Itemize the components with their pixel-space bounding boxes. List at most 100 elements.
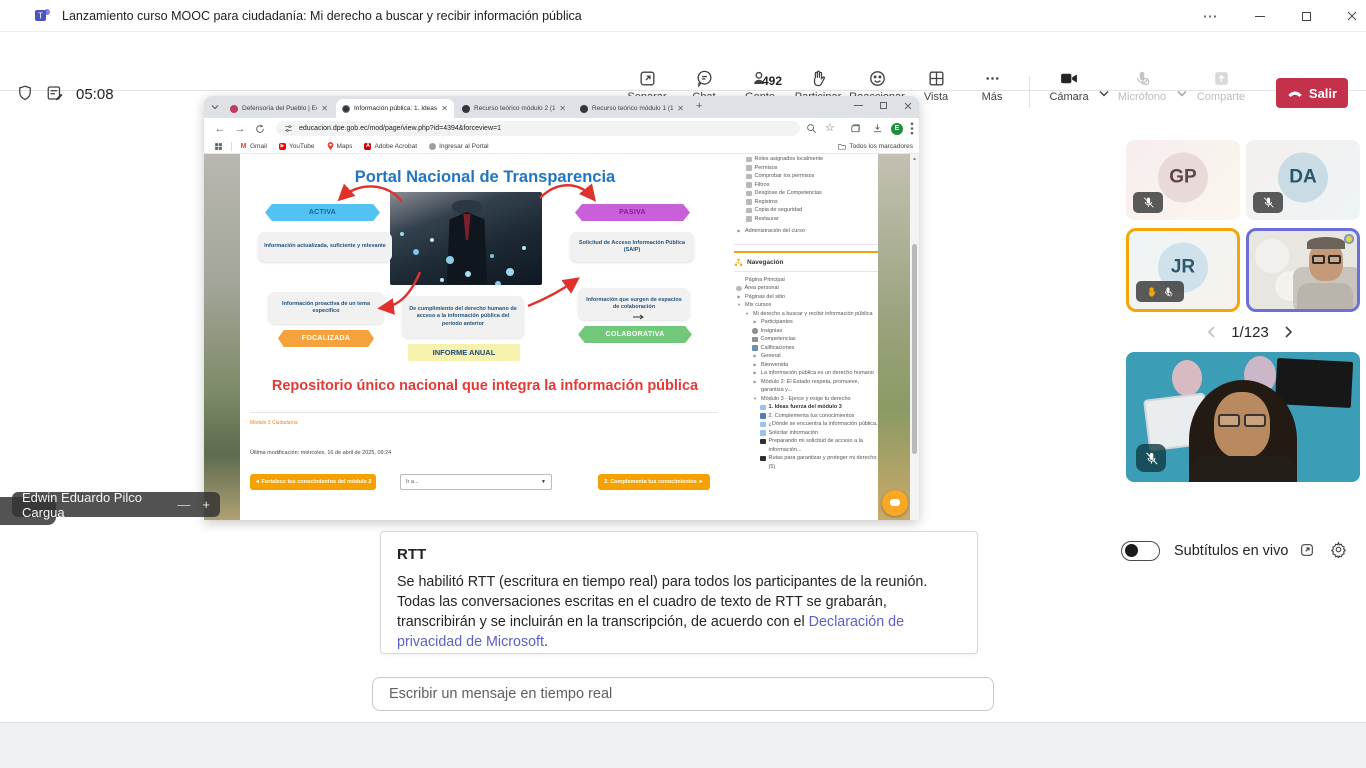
- admin-item[interactable]: Restaurar: [734, 215, 878, 224]
- bookmark-acrobat[interactable]: AAdobe Acrobat: [364, 143, 417, 150]
- mic-muted-icon: [1162, 286, 1174, 298]
- bookmark-youtube[interactable]: ▶YouTube: [279, 143, 315, 150]
- next-activity-button[interactable]: 2. Complementa tus conocimientos ►: [598, 474, 710, 490]
- spotlight-video-tile[interactable]: [1126, 352, 1360, 482]
- nav-item-current[interactable]: 1. Ideas fuerza del módulo 3: [734, 403, 878, 412]
- mic-chevron-icon[interactable]: [1176, 89, 1188, 98]
- close-button[interactable]: [1330, 0, 1366, 32]
- scrollbar-thumb[interactable]: [912, 244, 917, 454]
- browser-minimize-button[interactable]: [854, 105, 863, 106]
- all-bookmarks[interactable]: Todos los marcadores: [838, 143, 913, 150]
- tab-close-icon[interactable]: ✕: [441, 104, 448, 113]
- page-scrollbar[interactable]: ▲: [910, 154, 919, 520]
- nav-item[interactable]: ▶Páginas del sitio: [734, 293, 878, 302]
- raise-hand-icon: [809, 69, 828, 88]
- tab-close-icon[interactable]: ✕: [559, 104, 566, 113]
- new-tab-button[interactable]: +: [696, 100, 702, 112]
- more-button[interactable]: Más: [963, 69, 1021, 119]
- share-button[interactable]: Comparte: [1192, 69, 1250, 119]
- shared-browser-window: Defensoría del Pueblo | Ecuad✕ Informaci…: [204, 96, 919, 520]
- nav-item[interactable]: ¿Dónde se encuentra la información públi…: [734, 420, 878, 429]
- nav-item[interactable]: ▶Módulo 2: El Estado respeta, promueve, …: [734, 378, 878, 395]
- admin-item[interactable]: Desglose de Competencias: [734, 189, 878, 198]
- minimize-button[interactable]: [1238, 0, 1282, 32]
- nav-item[interactable]: Página Principal: [734, 276, 878, 285]
- acrobat-icon: A: [364, 143, 371, 150]
- zoom-out-icon[interactable]: —: [177, 497, 190, 512]
- nav-item[interactable]: ▼Mi derecho a buscar y recibir informaci…: [734, 310, 878, 319]
- bookmark-maps[interactable]: Maps: [327, 142, 353, 150]
- download-icon[interactable]: [872, 123, 883, 134]
- nav-item[interactable]: Preparando mi solicitud de acceso a la i…: [734, 437, 878, 454]
- back-icon[interactable]: ←: [210, 123, 230, 135]
- rtt-note-icon[interactable]: [46, 84, 64, 102]
- profile-avatar[interactable]: E: [891, 123, 903, 135]
- bookmark-star-icon[interactable]: ☆: [825, 121, 835, 134]
- reload-icon[interactable]: [255, 124, 265, 134]
- maximize-button[interactable]: [1284, 0, 1328, 32]
- tab-search-chevron-icon[interactable]: [211, 104, 219, 110]
- nav-item[interactable]: Solicitar información: [734, 429, 878, 438]
- browser-tab-active[interactable]: Información pública: 1. Ideas f✕: [336, 99, 454, 118]
- bookmark-portal[interactable]: Ingresar al Portal: [429, 143, 489, 150]
- module-breadcrumb-link[interactable]: Módulo 3 Ciudadanía: [250, 420, 298, 426]
- browser-close-button[interactable]: [904, 102, 912, 110]
- admin-item[interactable]: Permisos: [734, 164, 878, 173]
- nav-item[interactable]: Área personal: [734, 284, 878, 293]
- tab-close-icon[interactable]: ✕: [677, 104, 684, 113]
- floating-help-button[interactable]: [882, 490, 908, 516]
- nav-item[interactable]: ▼Mis cursos: [734, 301, 878, 310]
- prev-module-button[interactable]: ◄ Fortalece tus conocimientos del módulo…: [250, 474, 376, 490]
- nav-item[interactable]: ▶Participantes: [734, 318, 878, 327]
- admin-item[interactable]: Filtros: [734, 181, 878, 190]
- participant-tile-jr-raised-hand[interactable]: JR: [1126, 228, 1240, 312]
- tab-group-icon[interactable]: [850, 123, 861, 134]
- nav-item[interactable]: Competencias: [734, 335, 878, 344]
- captions-toggle[interactable]: [1121, 541, 1160, 561]
- admin-item[interactable]: ▶Administración del curso: [734, 227, 878, 236]
- zoom-in-icon[interactable]: +: [202, 497, 210, 512]
- apps-grid-icon[interactable]: [214, 142, 223, 151]
- browser-tab[interactable]: Recurso teórico módulo 1 (1)✕: [574, 99, 690, 118]
- jump-to-select[interactable]: Ir a... ▼: [400, 474, 552, 490]
- zoom-page-icon[interactable]: [806, 123, 817, 134]
- tab-close-icon[interactable]: ✕: [321, 104, 328, 113]
- bookmark-gmail[interactable]: MGmail: [240, 143, 267, 150]
- browser-tab[interactable]: Defensoría del Pueblo | Ecuad✕: [224, 99, 334, 118]
- participant-tile-gp[interactable]: GP: [1126, 140, 1240, 220]
- camera-button[interactable]: Cámara: [1040, 69, 1098, 119]
- browser-maximize-button[interactable]: [880, 102, 887, 109]
- nav-item[interactable]: ▶La información pública es un derecho hu…: [734, 369, 878, 378]
- nav-item[interactable]: Calificaciones: [734, 344, 878, 353]
- admin-item[interactable]: Copia de seguridad: [734, 206, 878, 215]
- nav-item[interactable]: 2. Complementa tus conocimientos: [734, 412, 878, 421]
- captions-popout-icon[interactable]: [1299, 542, 1315, 558]
- rtt-message-input[interactable]: [372, 677, 994, 711]
- admin-item[interactable]: Registros: [734, 198, 878, 207]
- forward-icon[interactable]: →: [230, 123, 250, 135]
- page-icon: [760, 422, 766, 428]
- security-shield-icon[interactable]: [16, 84, 34, 102]
- nav-item[interactable]: Rutas para garantizar y proteger mi dere…: [734, 454, 878, 471]
- admin-item[interactable]: Comprobar los permisos: [734, 172, 878, 181]
- browser-menu-icon[interactable]: [910, 122, 914, 135]
- participant-tile-speaking-video[interactable]: [1246, 228, 1360, 312]
- mic-button[interactable]: Micrófono: [1113, 69, 1171, 119]
- nav-item[interactable]: ▶Bienvenida: [734, 361, 878, 370]
- participant-tile-da[interactable]: DA: [1246, 140, 1360, 220]
- gear-icon: [746, 191, 752, 197]
- page-prev-icon[interactable]: [1206, 325, 1218, 339]
- camera-chevron-icon[interactable]: [1098, 89, 1110, 98]
- url-field[interactable]: educacion.dpe.gob.ec/mod/page/view.php?i…: [276, 121, 800, 136]
- nav-item[interactable]: ▶General: [734, 352, 878, 361]
- page-next-icon[interactable]: [1282, 325, 1294, 339]
- nav-item[interactable]: Insignias: [734, 327, 878, 336]
- nav-item[interactable]: ▼Módulo 3 - Ejerce y exige tu derecho: [734, 395, 878, 404]
- browser-tab[interactable]: Recurso teórico módulo 2 (1)✕: [456, 99, 572, 118]
- site-settings-icon[interactable]: [284, 124, 293, 133]
- navigation-tree: Página Principal Área personal ▶Páginas …: [734, 276, 878, 472]
- leave-button[interactable]: Salir: [1276, 78, 1348, 108]
- titlebar-more-button[interactable]: ⋯: [1188, 0, 1232, 32]
- admin-item[interactable]: Roles asignados localmente: [734, 155, 878, 164]
- captions-settings-gear-icon[interactable]: [1330, 541, 1347, 558]
